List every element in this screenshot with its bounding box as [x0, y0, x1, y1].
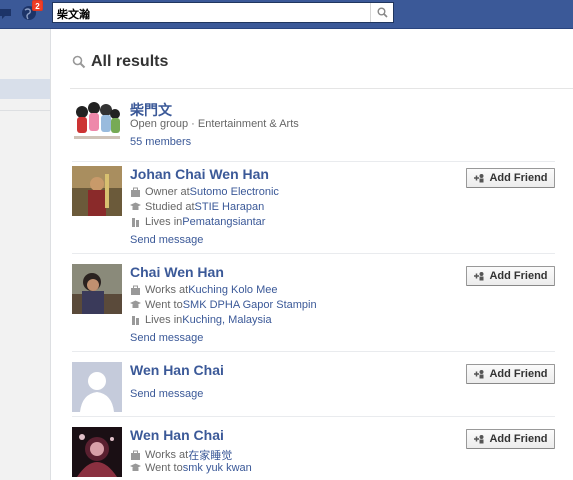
line-prefix: Went to: [145, 462, 183, 474]
profile-photo-image: [72, 264, 122, 314]
work-link[interactable]: Kuching Kolo Mee: [188, 284, 277, 296]
add-friend-icon: [474, 370, 484, 379]
work-line: Works at Kuching Kolo Mee: [130, 284, 277, 296]
education-line: Went to SMK DPHA Gapor Stampin: [130, 299, 317, 311]
send-message-link[interactable]: Send message: [130, 388, 203, 400]
education-line: Went to smk yuk kwan: [130, 462, 252, 474]
search-query[interactable]: 柴文瀚: [57, 6, 90, 22]
search-input[interactable]: 柴文瀚: [52, 2, 394, 23]
home-line: Lives in Kuching, Malaysia: [130, 314, 272, 326]
results-heading: All results: [72, 52, 168, 72]
profile-photo-image: [72, 166, 122, 216]
result-divider: [72, 351, 555, 352]
profile-photo[interactable]: [72, 362, 122, 412]
result-divider: [72, 416, 555, 417]
result-name[interactable]: 柴門文: [130, 100, 172, 120]
line-prefix: Studied at: [145, 201, 195, 213]
line-prefix: Went to: [145, 299, 183, 311]
result-divider: [72, 161, 555, 162]
top-bar: 2 柴文瀚: [0, 0, 573, 29]
result-name[interactable]: Johan Chai Wen Han: [130, 166, 269, 182]
home-link[interactable]: Pematangsiantar: [182, 216, 265, 228]
add-friend-button[interactable]: Add Friend: [466, 364, 555, 384]
home-icon: [132, 218, 139, 227]
add-friend-label: Add Friend: [489, 368, 548, 380]
line-prefix: Works at: [145, 449, 189, 461]
sidebar-selected-item[interactable]: [0, 79, 50, 99]
add-friend-button[interactable]: Add Friend: [466, 266, 555, 286]
line-prefix: Lives in: [145, 314, 183, 326]
sidebar-divider: [0, 110, 50, 111]
home-line: Lives in Pematangsiantar: [130, 216, 265, 228]
work-icon: [131, 450, 140, 460]
line-prefix: Owner at: [145, 186, 190, 198]
work-line: Works at 在家睡觉: [130, 447, 232, 463]
group-category: Open group · Entertainment & Arts: [130, 118, 299, 130]
education-icon: [130, 300, 141, 308]
education-link[interactable]: STIE Harapan: [195, 201, 265, 213]
add-friend-label: Add Friend: [489, 270, 548, 282]
education-link[interactable]: smk yuk kwan: [183, 462, 252, 474]
line-prefix: Lives in: [145, 216, 183, 228]
add-friend-icon: [474, 272, 484, 281]
default-avatar-icon: [72, 362, 122, 412]
result-item-person: Johan Chai Wen Han Owner at Sutomo Elect…: [72, 166, 573, 254]
add-friend-icon: [474, 435, 484, 444]
education-icon: [130, 463, 141, 471]
member-count-link[interactable]: 55 members: [130, 136, 191, 148]
add-friend-label: Add Friend: [489, 433, 548, 445]
add-friend-button[interactable]: Add Friend: [466, 429, 555, 449]
home-link[interactable]: Kuching, Malaysia: [182, 314, 271, 326]
profile-photo[interactable]: [72, 427, 122, 477]
group-illustration: [72, 98, 122, 148]
search-icon: [72, 55, 86, 69]
line-prefix: Works at: [145, 284, 189, 296]
profile-photo[interactable]: [72, 264, 122, 314]
work-link[interactable]: Sutomo Electronic: [190, 186, 279, 198]
profile-photo-image: [72, 427, 122, 477]
result-name[interactable]: Wen Han Chai: [130, 427, 224, 443]
result-item-person: Chai Wen Han Works at Kuching Kolo Mee W…: [72, 264, 573, 352]
result-item-person: Wen Han Chai Works at 在家睡觉 Went to smk y…: [72, 427, 573, 480]
send-message-link[interactable]: Send message: [130, 234, 203, 246]
left-sidebar: [0, 29, 51, 480]
divider: [70, 88, 573, 89]
work-link[interactable]: 在家睡觉: [188, 447, 232, 463]
result-name[interactable]: Wen Han Chai: [130, 362, 224, 378]
result-name[interactable]: Chai Wen Han: [130, 264, 224, 280]
work-line: Owner at Sutomo Electronic: [130, 186, 279, 198]
home-icon: [132, 316, 139, 325]
education-line: Studied at STIE Harapan: [130, 201, 264, 213]
result-divider: [72, 253, 555, 254]
education-link[interactable]: SMK DPHA Gapor Stampin: [183, 299, 317, 311]
result-item-group: 柴門文 Open group · Entertainment & Arts 55…: [72, 98, 573, 162]
search-button[interactable]: [370, 3, 393, 22]
search-icon: [377, 7, 388, 18]
send-message-link[interactable]: Send message: [130, 332, 203, 344]
result-item-person: Wen Han Chai Send message Add Friend: [72, 362, 573, 417]
group-thumbnail[interactable]: [72, 98, 122, 148]
add-friend-label: Add Friend: [489, 172, 548, 184]
add-friend-button[interactable]: Add Friend: [466, 168, 555, 188]
notification-badge: 2: [32, 0, 43, 11]
page-title: All results: [91, 53, 169, 70]
work-icon: [131, 285, 140, 295]
add-friend-icon: [474, 174, 484, 183]
profile-photo[interactable]: [72, 166, 122, 216]
education-icon: [130, 202, 141, 210]
messages-icon[interactable]: [0, 8, 12, 20]
work-icon: [131, 187, 140, 197]
